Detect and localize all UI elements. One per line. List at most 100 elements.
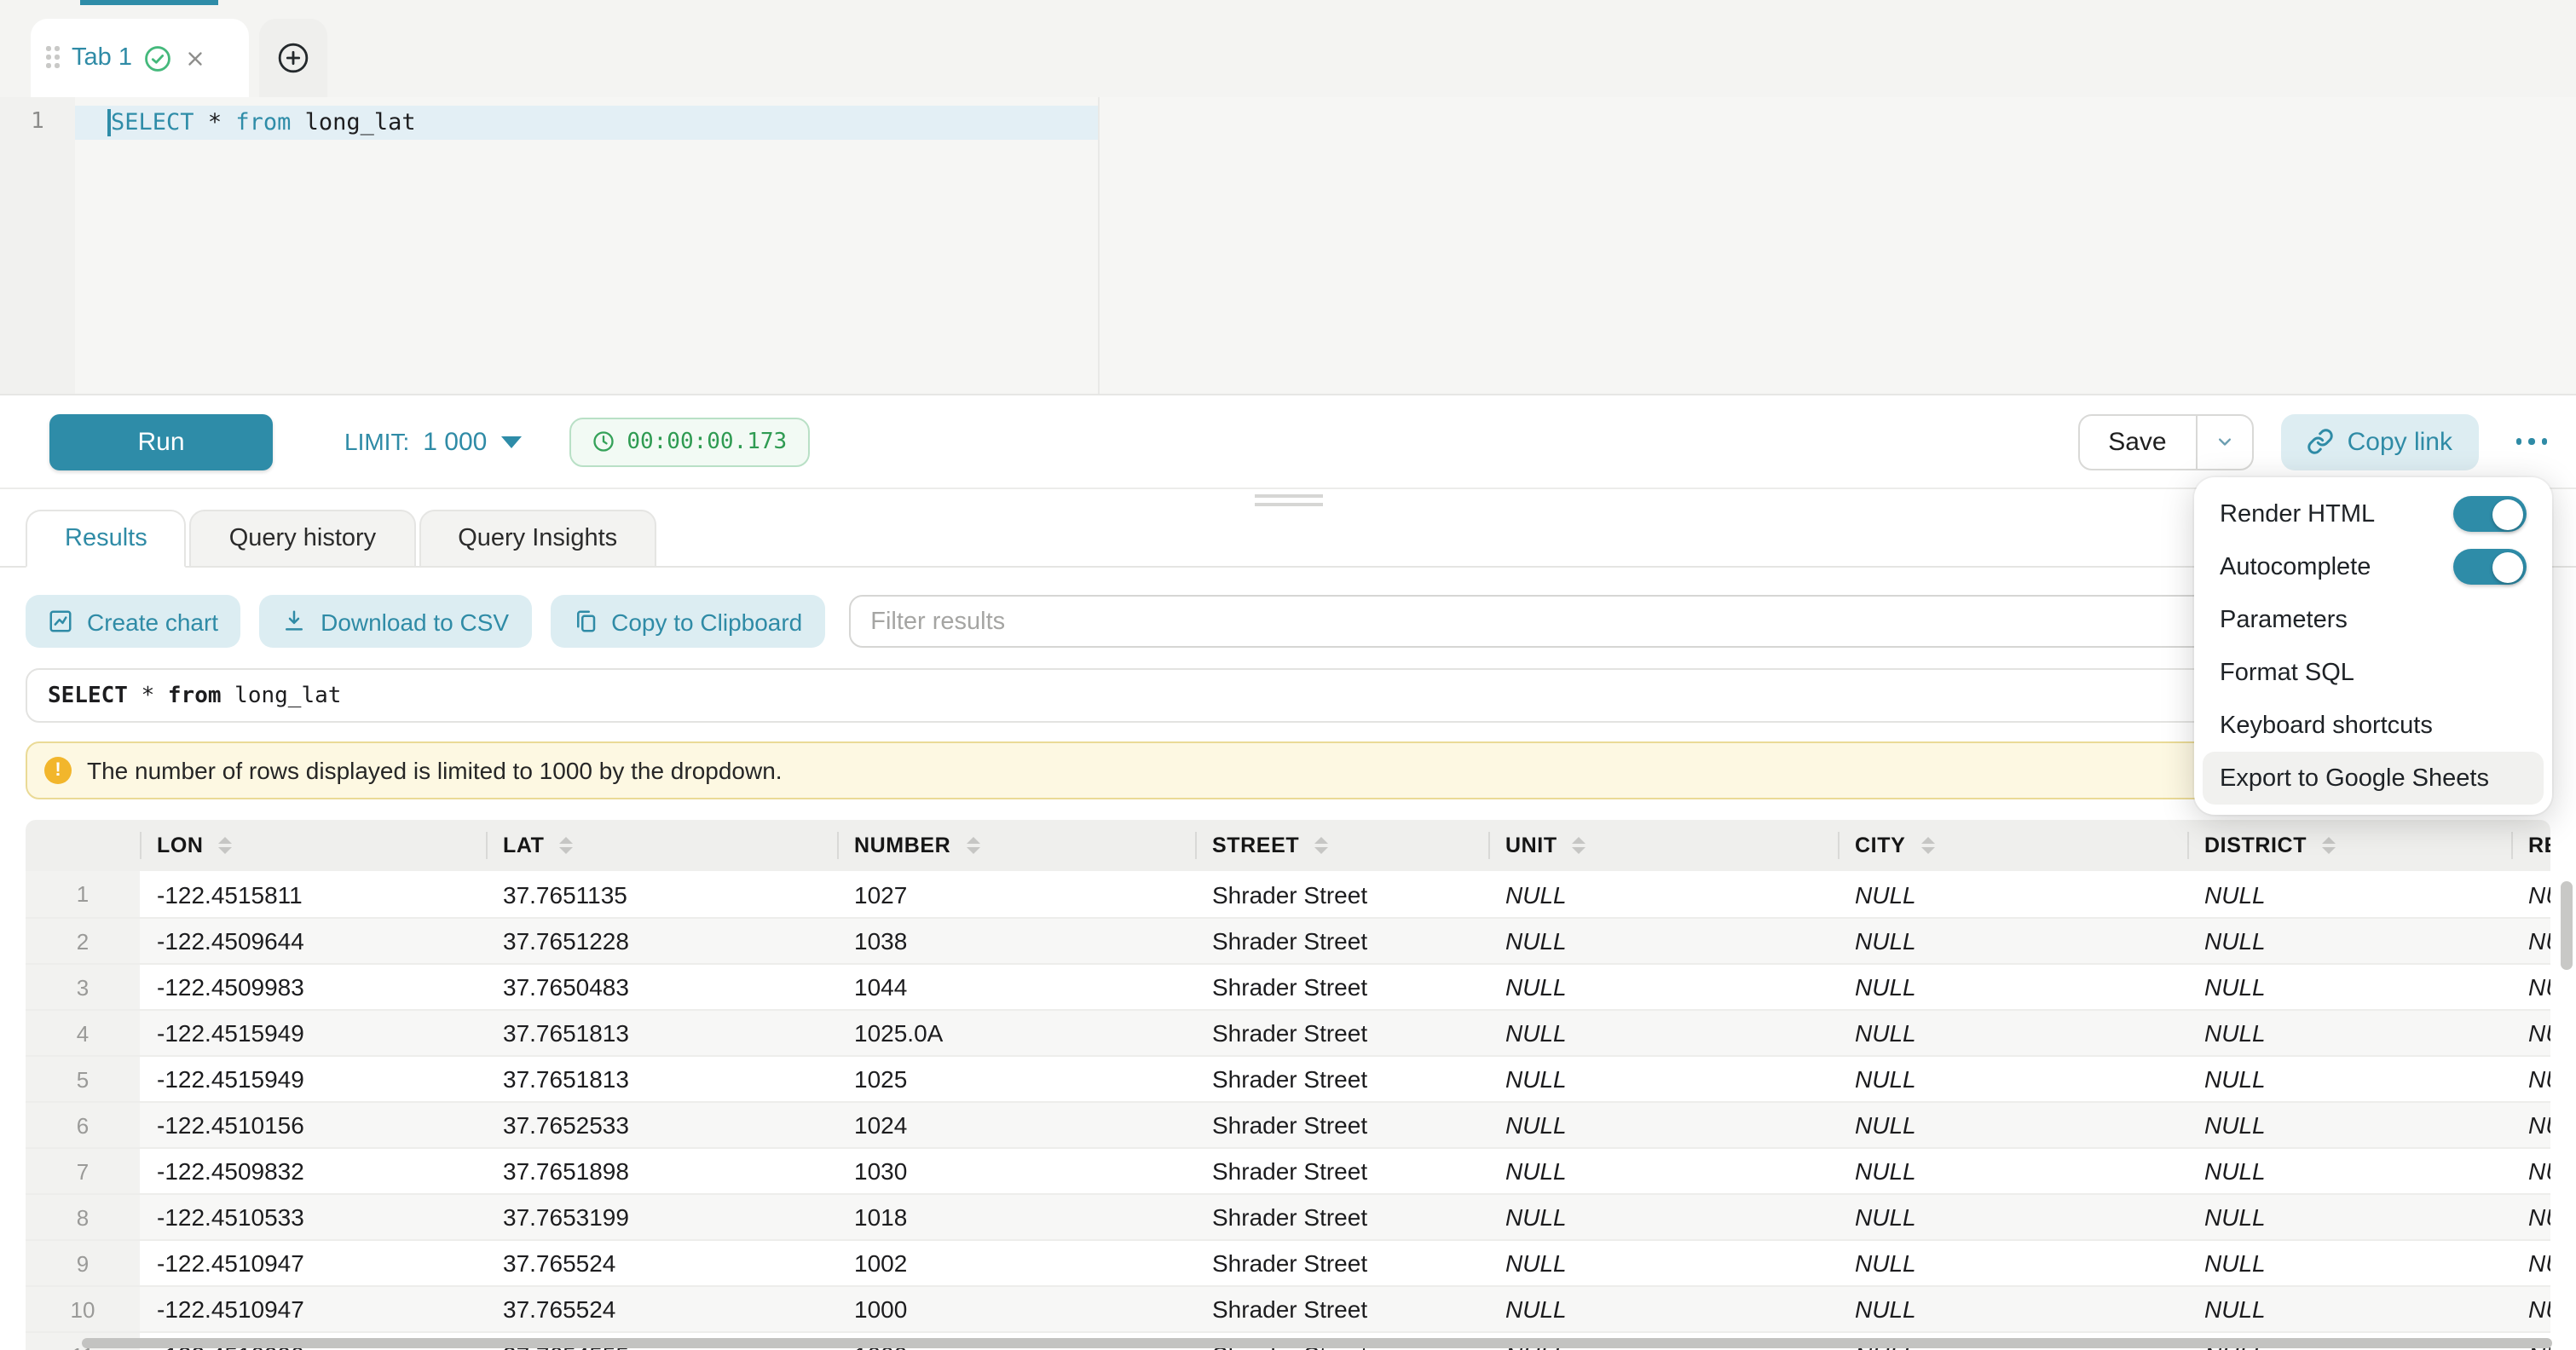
active-code-line[interactable]: SELECT * from long_lat xyxy=(75,106,1098,140)
table-row[interactable]: 10-122.451094737.7655241000Shrader Stree… xyxy=(26,1285,2550,1331)
close-tab-icon[interactable] xyxy=(185,47,207,69)
panel-resize-handle[interactable] xyxy=(0,489,2576,510)
column-header-number[interactable]: NUMBER xyxy=(837,820,1195,871)
cell: 1002 xyxy=(837,1241,1195,1285)
column-header-unit[interactable]: UNIT xyxy=(1488,820,1838,871)
menu-item-render-html[interactable]: Render HTML xyxy=(2203,488,2544,540)
sort-arrows-icon[interactable] xyxy=(2322,837,2336,854)
save-options-button[interactable] xyxy=(2198,415,2252,468)
download-csv-button[interactable]: Download to CSV xyxy=(259,595,531,648)
cell: NULL xyxy=(2187,1103,2511,1147)
toggle-knob xyxy=(2492,551,2523,582)
sort-arrows-icon[interactable] xyxy=(219,837,233,854)
download-icon xyxy=(281,609,307,634)
cell: 1038 xyxy=(837,919,1195,963)
horizontal-scrollbar[interactable] xyxy=(82,1338,2552,1348)
menu-item-keyboard-shortcuts[interactable]: Keyboard shortcuts xyxy=(2203,699,2544,752)
executed-query-text: SELECT * from long_lat xyxy=(26,668,2550,723)
cell: NULL xyxy=(1838,1103,2187,1147)
sql-editor[interactable]: 1 SELECT * from long_lat xyxy=(0,97,2576,395)
table-row[interactable]: 9-122.451094737.7655241002Shrader Street… xyxy=(26,1239,2550,1285)
sort-arrows-icon[interactable] xyxy=(1573,837,1586,854)
more-options-button[interactable] xyxy=(2512,429,2550,455)
cell: 1044 xyxy=(837,965,1195,1009)
sort-arrows-icon[interactable] xyxy=(1314,837,1328,854)
cell: 37.7651135 xyxy=(486,871,837,917)
cell: NULL xyxy=(2187,1011,2511,1055)
row-number: 2 xyxy=(26,919,140,963)
toggle-switch[interactable] xyxy=(2453,496,2527,532)
success-check-icon xyxy=(144,43,173,72)
column-header-lat[interactable]: LAT xyxy=(486,820,837,871)
table-row[interactable]: 5-122.451594937.76518131025Shrader Stree… xyxy=(26,1055,2550,1101)
tab-query-insights[interactable]: Query Insights xyxy=(419,510,656,568)
column-header-street[interactable]: STREET xyxy=(1195,820,1488,871)
cell: -122.4515949 xyxy=(140,1057,486,1101)
column-label: DISTRICT xyxy=(2204,834,2307,857)
cell: Shrader Street xyxy=(1195,1103,1488,1147)
sort-arrows-icon[interactable] xyxy=(1920,837,1934,854)
cell: NULL xyxy=(2187,1057,2511,1101)
action-bar: Run LIMIT: 1 000 00:00:00.173 Save xyxy=(0,395,2576,489)
query-token: from xyxy=(168,683,222,708)
limit-dropdown[interactable]: LIMIT: 1 000 xyxy=(344,427,521,456)
chart-icon xyxy=(48,609,73,634)
tab-query-1[interactable]: Tab 1 xyxy=(31,19,249,97)
column-header-district[interactable]: DISTRICT xyxy=(2187,820,2511,871)
sort-arrows-icon[interactable] xyxy=(966,837,979,854)
cell: NULL xyxy=(2187,919,2511,963)
column-label: LON xyxy=(157,834,204,857)
run-button[interactable]: Run xyxy=(49,413,273,470)
table-row[interactable]: 1-122.451581137.76511351027Shrader Stree… xyxy=(26,871,2550,917)
tab-drag-handle-icon[interactable] xyxy=(46,46,60,70)
cell: -122.4510947 xyxy=(140,1287,486,1331)
cell: NULL xyxy=(2511,919,2550,963)
cell: Shrader Street xyxy=(1195,1287,1488,1331)
copy-link-button[interactable]: Copy link xyxy=(2281,413,2478,470)
line-number: 1 xyxy=(0,106,75,140)
menu-item-autocomplete[interactable]: Autocomplete xyxy=(2203,540,2544,593)
cell: Shrader Street xyxy=(1195,1241,1488,1285)
table-row[interactable]: 8-122.451053337.76531991018Shrader Stree… xyxy=(26,1193,2550,1239)
cell: NULL xyxy=(1488,919,1838,963)
query-duration: 00:00:00.173 xyxy=(627,429,787,454)
table-row[interactable]: 7-122.450983237.76518981030Shrader Stree… xyxy=(26,1147,2550,1193)
column-divider xyxy=(1838,832,1840,859)
cell: 37.7651898 xyxy=(486,1149,837,1193)
cell: 37.7651813 xyxy=(486,1057,837,1101)
tab-label: Tab 1 xyxy=(72,44,132,72)
cell: NULL xyxy=(2511,1103,2550,1147)
cell: Shrader Street xyxy=(1195,1195,1488,1239)
menu-item-label: Export to Google Sheets xyxy=(2220,764,2489,792)
column-header-lon[interactable]: LON xyxy=(140,820,486,871)
table-row[interactable]: 3-122.450998337.76504831044Shrader Stree… xyxy=(26,963,2550,1009)
editor-gutter: 1 xyxy=(0,97,75,394)
cell: -122.4510947 xyxy=(140,1241,486,1285)
menu-item-export-to-google-sheets[interactable]: Export to Google Sheets xyxy=(2203,752,2544,805)
table-row[interactable]: 2-122.450964437.76512281038Shrader Stree… xyxy=(26,917,2550,963)
toggle-switch[interactable] xyxy=(2453,549,2527,585)
create-chart-label: Create chart xyxy=(87,608,218,635)
query-token: * xyxy=(128,683,168,708)
table-row[interactable]: 4-122.451594937.76518131025.0AShrader St… xyxy=(26,1009,2550,1055)
cell: 37.765524 xyxy=(486,1287,837,1331)
copy-clipboard-button[interactable]: Copy to Clipboard xyxy=(550,595,824,648)
tab-query-history[interactable]: Query history xyxy=(190,510,415,568)
cell: NULL xyxy=(1838,919,2187,963)
save-button[interactable]: Save xyxy=(2079,415,2195,468)
sort-arrows-icon[interactable] xyxy=(560,837,574,854)
column-label: CITY xyxy=(1855,834,1905,857)
column-header-re[interactable]: RE xyxy=(2511,820,2550,871)
menu-item-parameters[interactable]: Parameters xyxy=(2203,593,2544,646)
table-row[interactable]: 6-122.451015637.76525331024Shrader Stree… xyxy=(26,1101,2550,1147)
chevron-down-icon xyxy=(500,436,521,447)
menu-item-format-sql[interactable]: Format SQL xyxy=(2203,646,2544,699)
tab-results[interactable]: Results xyxy=(26,510,187,568)
cell: -122.4510533 xyxy=(140,1195,486,1239)
vertical-scrollbar[interactable] xyxy=(2561,881,2573,970)
copy-clipboard-label: Copy to Clipboard xyxy=(611,608,802,635)
create-chart-button[interactable]: Create chart xyxy=(26,595,240,648)
new-tab-button[interactable] xyxy=(259,19,327,97)
cell: NULL xyxy=(1838,1057,2187,1101)
column-header-city[interactable]: CITY xyxy=(1838,820,2187,871)
